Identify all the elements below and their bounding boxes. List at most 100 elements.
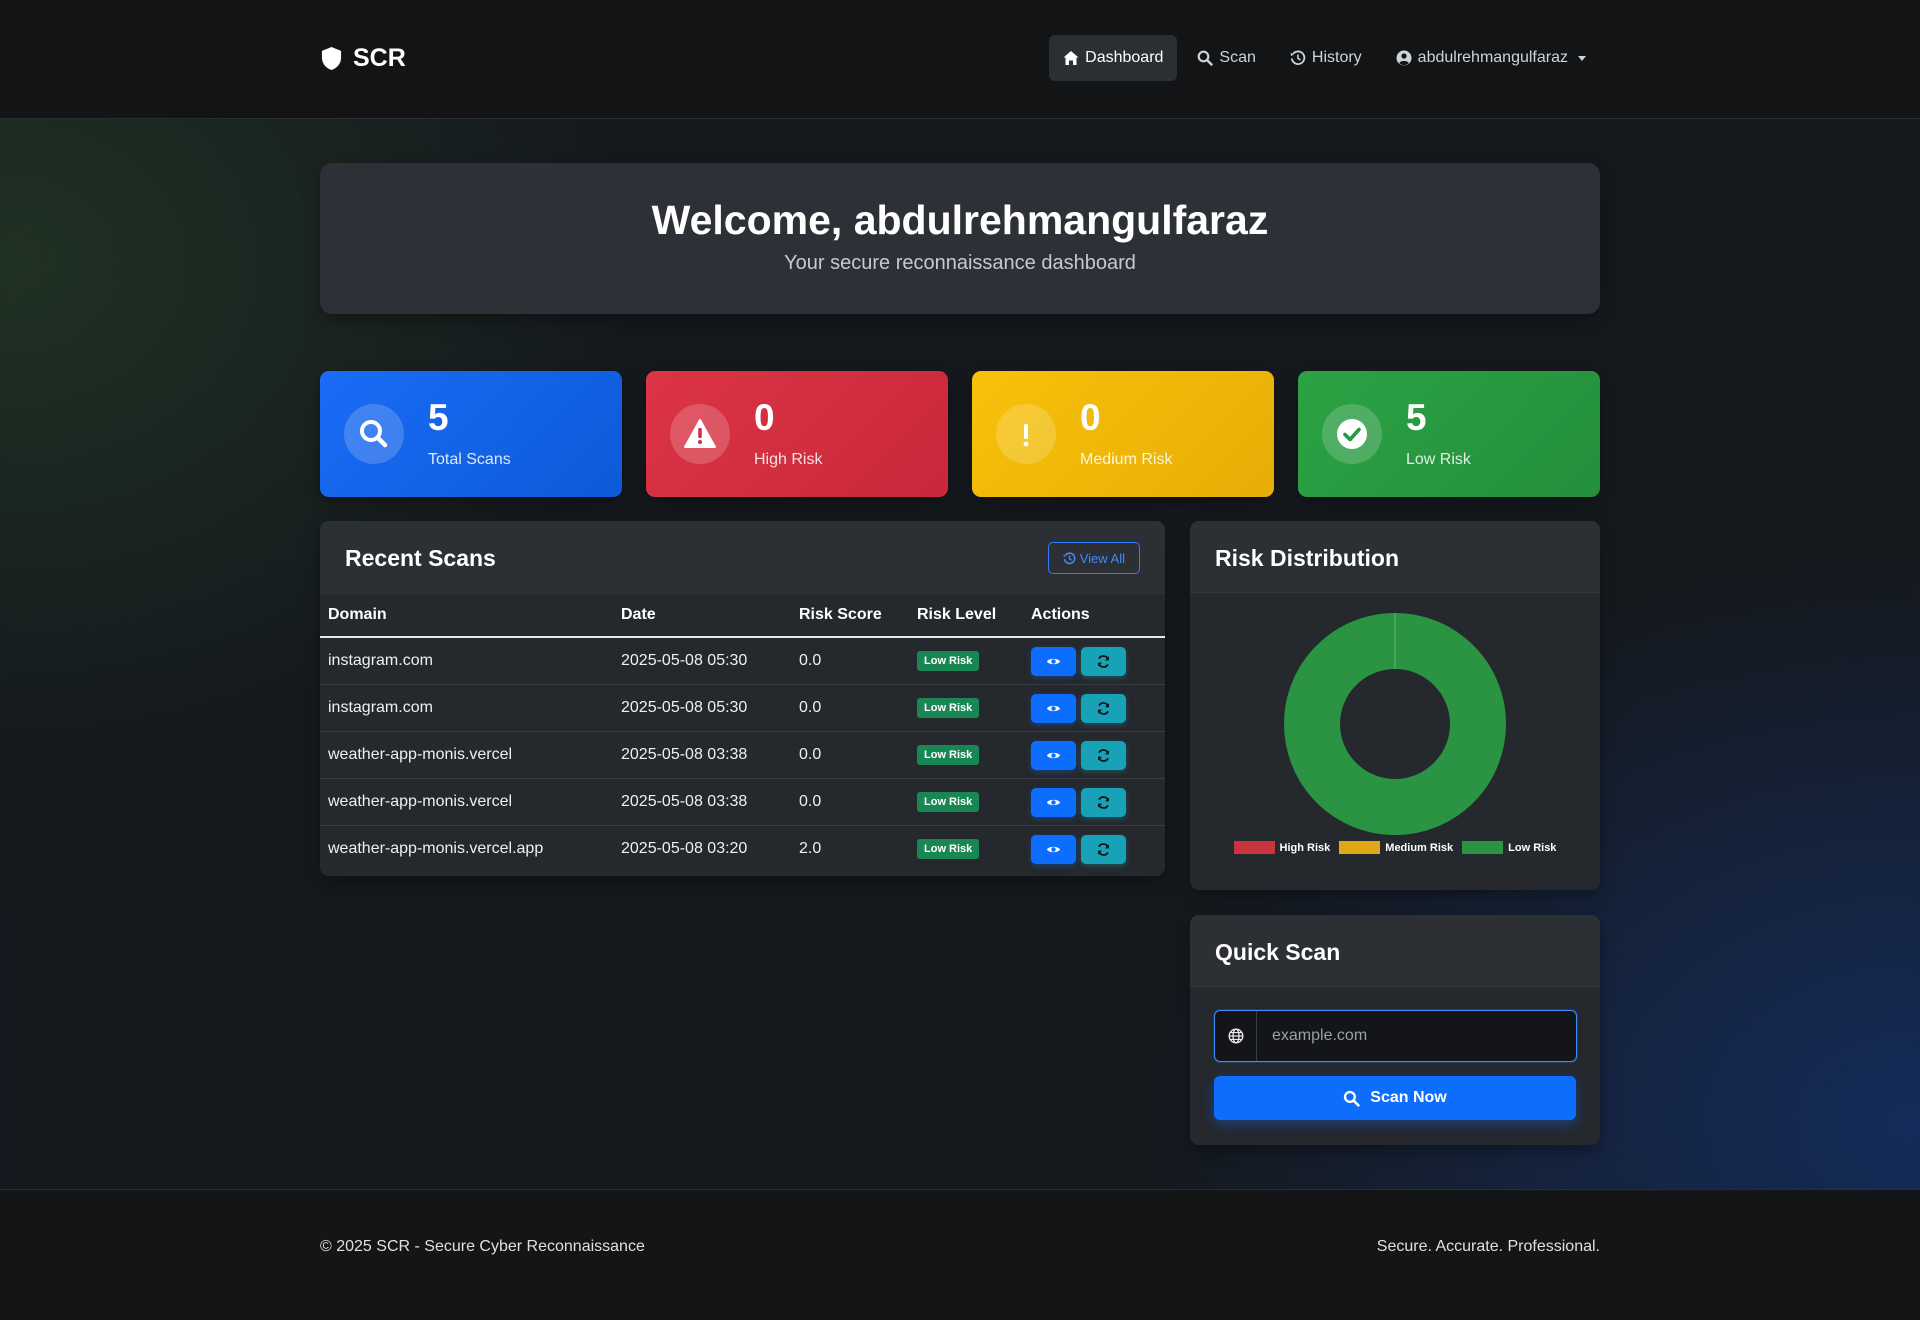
rescan-button[interactable] [1081,693,1126,723]
table-row: weather-app-monis.vercel.app 2025-05-08 … [320,826,1165,873]
scan-now-button[interactable]: Scan Now [1214,1076,1576,1120]
risk-badge: Low Risk [917,792,980,812]
view-button[interactable] [1031,646,1076,676]
stat-medium-risk: 0 Medium Risk [972,371,1274,497]
welcome-subtitle: Your secure reconnaissance dashboard [784,252,1136,274]
view-button[interactable] [1031,787,1076,817]
cell-level: Low Risk [909,731,1023,779]
cell-actions [1023,684,1165,732]
view-button[interactable] [1031,834,1076,864]
rescan-button[interactable] [1081,787,1126,817]
exclamation-icon [1023,424,1029,447]
cell-score: 0.0 [791,778,909,826]
cell-date: 2025-05-08 03:20 [621,840,748,857]
col-risk-level: Risk Level [909,594,1023,638]
eye-icon [1046,658,1061,664]
refresh-icon [1098,795,1109,809]
rescan-button[interactable] [1081,646,1126,676]
scan-now-label: Scan Now [1370,1089,1447,1106]
refresh-icon [1098,701,1109,715]
cell-actions [1023,637,1165,685]
table-row: instagram.com 2025-05-08 05:30 0.0 Low R… [320,637,1165,685]
refresh-icon [1098,654,1109,668]
user-name: abdulrehmangulfaraz [1417,49,1568,66]
table-row: weather-app-monis.vercel 2025-05-08 03:3… [320,731,1165,779]
stat-label: High Risk [754,451,823,468]
cell-level: Low Risk [909,826,1023,873]
legend-item-high[interactable]: High Risk [1233,841,1331,854]
brand-logo[interactable]: SCR [320,44,406,73]
view-all-button[interactable]: View All [1047,542,1140,574]
cell-date: 2025-05-08 03:38 [613,731,791,779]
cell-level: Low Risk [909,778,1023,826]
stat-icon-circle [1322,404,1382,464]
domain-input[interactable] [1257,1011,1576,1061]
stat-value: 5 [1406,397,1427,438]
cell-level: Low Risk [909,637,1023,685]
risk-distribution-title: Risk Distribution [1215,545,1400,571]
cell-actions [1023,731,1165,779]
col-risk-score: Risk Score [791,594,909,638]
nav-history[interactable]: History [1276,35,1376,81]
risk-badge: Low Risk [917,839,980,859]
stat-value: 0 [1080,397,1101,438]
cell-domain: weather-app-monis.vercel [320,731,613,779]
stat-high-risk: 0 High Risk [646,371,948,497]
nav-dashboard[interactable]: Dashboard [1049,35,1178,81]
risk-distribution-header: Risk Distribution [1190,521,1600,593]
footer-tagline: Secure. Accurate. Professional. [1376,1238,1600,1255]
legend-item-medium[interactable]: Medium Risk [1339,841,1453,854]
rescan-button[interactable] [1081,834,1126,864]
stat-label: Medium Risk [1080,451,1173,468]
legend-swatch [1462,841,1504,854]
rescan-button[interactable] [1081,740,1126,770]
stat-icon-circle [670,404,730,464]
nav-scan-label: Scan [1219,49,1256,66]
legend-swatch [1233,841,1275,854]
refresh-icon [1098,842,1109,856]
cell-domain: weather-app-monis.vercel [320,778,613,826]
stat-value: 5 [428,397,449,438]
user-menu[interactable]: abdulrehmangulfaraz [1382,35,1600,81]
stat-label: Total Scans [428,451,511,468]
cell-actions [1023,826,1165,873]
history-icon [1290,50,1306,65]
cell-date: 2025-05-08 03:38 [613,778,791,826]
col-domain: Domain [320,594,613,638]
refresh-icon [1098,748,1109,762]
legend-label: Low Risk [1508,841,1557,854]
history-icon [1063,551,1076,564]
legend-label: High Risk [1279,841,1331,854]
chart-legend: High Risk Medium Risk Low Risk [1190,841,1600,854]
quick-scan-header: Quick Scan [1190,915,1600,987]
nav-dashboard-label: Dashboard [1085,49,1164,66]
table-header-row: Domain Date Risk Score Risk Level Action… [320,594,1165,638]
cell-date: 2025-05-08 05:30 [613,637,791,685]
risk-badge: Low Risk [917,745,980,765]
cell-domain: weather-app-monis.vercel.app [328,840,544,857]
legend-item-low[interactable]: Low Risk [1462,841,1556,854]
view-button[interactable] [1031,740,1076,770]
cell-score: 0.0 [791,731,909,779]
recent-scans-card: Recent Scans View All Domain Date Risk S… [320,521,1165,876]
recent-scans-table: Domain Date Risk Score Risk Level Action… [320,594,1165,872]
stat-low-risk: 5 Low Risk [1298,371,1600,497]
nav-scan[interactable]: Scan [1183,35,1269,81]
stat-icon-circle [996,404,1056,464]
table-row: instagram.com 2025-05-08 05:30 0.0 Low R… [320,684,1165,732]
welcome-title: Welcome, abdulrehmangulfaraz [651,197,1269,243]
footer: © 2025 SCR - Secure Cyber Reconnaissance… [0,1189,1920,1320]
globe-icon [1215,1011,1257,1061]
risk-badge: Low Risk [917,651,980,671]
legend-swatch [1339,841,1381,854]
stat-value: 0 [754,397,775,438]
cell-date: 2025-05-08 05:30 [613,684,791,732]
nav-menu: Dashboard Scan History abdulrehmangulfar… [1049,35,1600,81]
view-all-label: View All [1079,550,1125,566]
stat-label: Low Risk [1406,451,1471,468]
cell-domain: instagram.com [320,684,613,732]
view-button[interactable] [1031,693,1076,723]
table-row: weather-app-monis.vercel 2025-05-08 03:3… [320,778,1165,826]
risk-donut-chart [1284,613,1506,835]
search-icon [360,420,388,448]
